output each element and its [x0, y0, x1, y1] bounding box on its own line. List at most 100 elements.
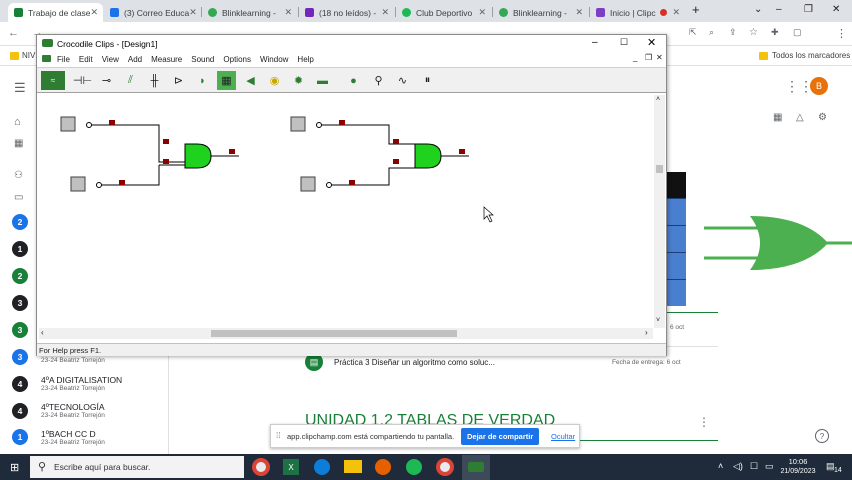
meter-icon[interactable]: ● [344, 71, 363, 90]
doc-restore-button[interactable]: ❐ [645, 53, 652, 62]
circuit-canvas[interactable] [39, 95, 653, 328]
back-icon[interactable]: ← [8, 27, 19, 39]
scroll-up-icon[interactable]: ˄ [656, 96, 660, 103]
menu-options[interactable]: Options [223, 55, 251, 64]
hide-button[interactable]: Ocultar [551, 432, 575, 441]
scroll-right-icon[interactable]: › [645, 328, 648, 337]
minimize-button[interactable]: – [776, 4, 782, 15]
network-icon[interactable]: ☐ [750, 461, 758, 472]
calendar-icon[interactable]: ▦ [773, 112, 782, 123]
close-tab-icon[interactable]: ✕ [284, 7, 292, 18]
side-panel-icon[interactable]: ▢ [793, 27, 802, 38]
vertical-scrollbar[interactable]: ˄ ˅ [654, 95, 665, 328]
chrome-icon[interactable] [436, 458, 454, 476]
windows-start-icon[interactable]: ⊞ [10, 461, 19, 474]
chip-icon[interactable]: ▦ [217, 71, 236, 90]
browser-tab[interactable]: Inicio | Clipc ✕ [590, 3, 686, 22]
bookmark-star-icon[interactable]: ☆ [749, 27, 758, 38]
crocodile-icon[interactable]: ≈ [41, 71, 65, 90]
battery-icon[interactable]: ▭ [765, 461, 774, 472]
vertical-scroll-thumb[interactable] [656, 165, 663, 173]
firefox-icon[interactable] [375, 459, 391, 475]
drive-icon[interactable]: △ [796, 112, 804, 123]
menu-view[interactable]: View [102, 55, 119, 64]
menu-window[interactable]: Window [260, 55, 288, 64]
close-tab-icon[interactable]: ✕ [91, 7, 99, 18]
doc-close-button[interactable]: ✕ [656, 53, 663, 62]
course-name[interactable]: 1ºBACH CC D [41, 429, 96, 439]
hamburger-menu-icon[interactable]: ☰ [14, 80, 26, 96]
battery-icon[interactable]: ⊣⊢ [73, 71, 92, 90]
course-badge[interactable]: 4 [12, 376, 28, 392]
open-external-icon[interactable]: ⇱ [689, 27, 697, 38]
browser-tab[interactable]: Blinklearning - ✕ [202, 3, 298, 22]
probe-icon[interactable]: ⚲ [369, 71, 388, 90]
settings-gear-icon[interactable]: ⚙ [818, 112, 827, 123]
browser-tab[interactable]: Trabajo de clase ✕ [8, 3, 103, 22]
menu-file[interactable]: File [57, 55, 70, 64]
maximize-button[interactable]: ☐ [620, 37, 628, 48]
stop-sharing-button[interactable]: Dejar de compartir [461, 428, 540, 445]
spotify-icon[interactable] [406, 459, 422, 475]
tray-chevron-icon[interactable]: ˄ [718, 461, 723, 471]
menu-icon[interactable]: ⋮ [836, 27, 847, 40]
course-badge[interactable]: 3 [12, 349, 28, 365]
file-explorer-icon[interactable] [344, 460, 362, 473]
close-tab-icon[interactable]: ✕ [381, 7, 389, 18]
close-window-button[interactable]: ✕ [832, 4, 840, 15]
menu-edit[interactable]: Edit [79, 55, 93, 64]
menu-add[interactable]: Add [128, 55, 142, 64]
course-badge[interactable]: 1 [12, 241, 28, 257]
course-name[interactable]: 4ºTECNOLOGÍA [41, 402, 105, 412]
topic-menu-icon[interactable]: ⋮ [698, 415, 710, 429]
course-badge[interactable]: 3 [12, 295, 28, 311]
home-icon[interactable]: ⌂ [14, 116, 21, 128]
course-badge[interactable]: 2 [12, 268, 28, 284]
drag-handle-icon[interactable]: ⁞⁞ [276, 431, 280, 440]
doc-minimize-button[interactable]: _ [633, 53, 637, 62]
folder-todo-icon[interactable]: ▭ [14, 192, 23, 203]
minimize-button[interactable]: – [592, 37, 598, 48]
menu-sound[interactable]: Sound [191, 55, 214, 64]
scroll-left-icon[interactable]: ‹ [41, 328, 44, 337]
restore-button[interactable]: ❐ [804, 4, 813, 15]
volume-icon[interactable]: ◁) [733, 461, 743, 472]
close-window-button[interactable]: ✕ [647, 36, 656, 49]
course-badge[interactable]: 2 [12, 214, 28, 230]
people-icon[interactable]: ⚇ [14, 170, 23, 181]
help-icon[interactable]: ? [815, 429, 829, 443]
new-tab-button[interactable]: + [692, 2, 700, 17]
browser-tab[interactable]: (3) Correo Educa ✕ [104, 3, 200, 22]
course-badge[interactable]: 3 [12, 322, 28, 338]
tab-search-button[interactable]: ⌄ [754, 4, 762, 15]
transistor-icon[interactable]: ⊳ [169, 71, 188, 90]
browser-tab[interactable]: Club Deportivo ✕ [396, 3, 492, 22]
close-tab-icon[interactable]: ✕ [478, 7, 486, 18]
speaker-icon[interactable]: ◀ [241, 71, 260, 90]
window-title-bar[interactable]: Crocodile Clips - [Design1] – ☐ ✕ [37, 35, 666, 52]
course-name[interactable]: 4ºA DIGITALISATION [41, 375, 122, 385]
calendar-icon[interactable]: ▦ [14, 138, 23, 149]
course-badge[interactable]: 1 [12, 429, 28, 445]
close-tab-icon[interactable]: ✕ [575, 7, 583, 18]
scroll-down-icon[interactable]: ˅ [656, 317, 660, 324]
horizontal-scroll-thumb[interactable] [211, 330, 457, 337]
pause-icon[interactable]: ⏸ [418, 71, 437, 90]
close-tab-icon[interactable]: ✕ [672, 7, 680, 18]
motor-icon[interactable]: ✹ [289, 71, 308, 90]
taskbar-search-box[interactable]: ⚲ Escribe aquí para buscar. [30, 456, 244, 478]
excel-icon[interactable]: X [283, 459, 299, 475]
account-avatar[interactable]: B [810, 77, 828, 95]
capacitor-icon[interactable]: ╫ [145, 71, 164, 90]
zoom-icon[interactable]: ⌕ [709, 27, 714, 38]
chrome-icon[interactable] [252, 458, 270, 476]
graph-icon[interactable]: ∿ [393, 71, 412, 90]
horizontal-scrollbar[interactable]: ‹ › [39, 328, 653, 339]
clock-date[interactable]: 21/09/2023 [776, 468, 820, 475]
resistor-icon[interactable]: ⫽ [121, 71, 140, 90]
assignment-title[interactable]: Práctica 3 Diseñar un algoritmo como sol… [334, 358, 495, 367]
course-badge[interactable]: 4 [12, 403, 28, 419]
share-icon[interactable]: ⇪ [729, 27, 737, 38]
logic-gate-icon[interactable]: ◗ [193, 71, 212, 90]
switch-icon[interactable]: ⊸ [97, 71, 116, 90]
